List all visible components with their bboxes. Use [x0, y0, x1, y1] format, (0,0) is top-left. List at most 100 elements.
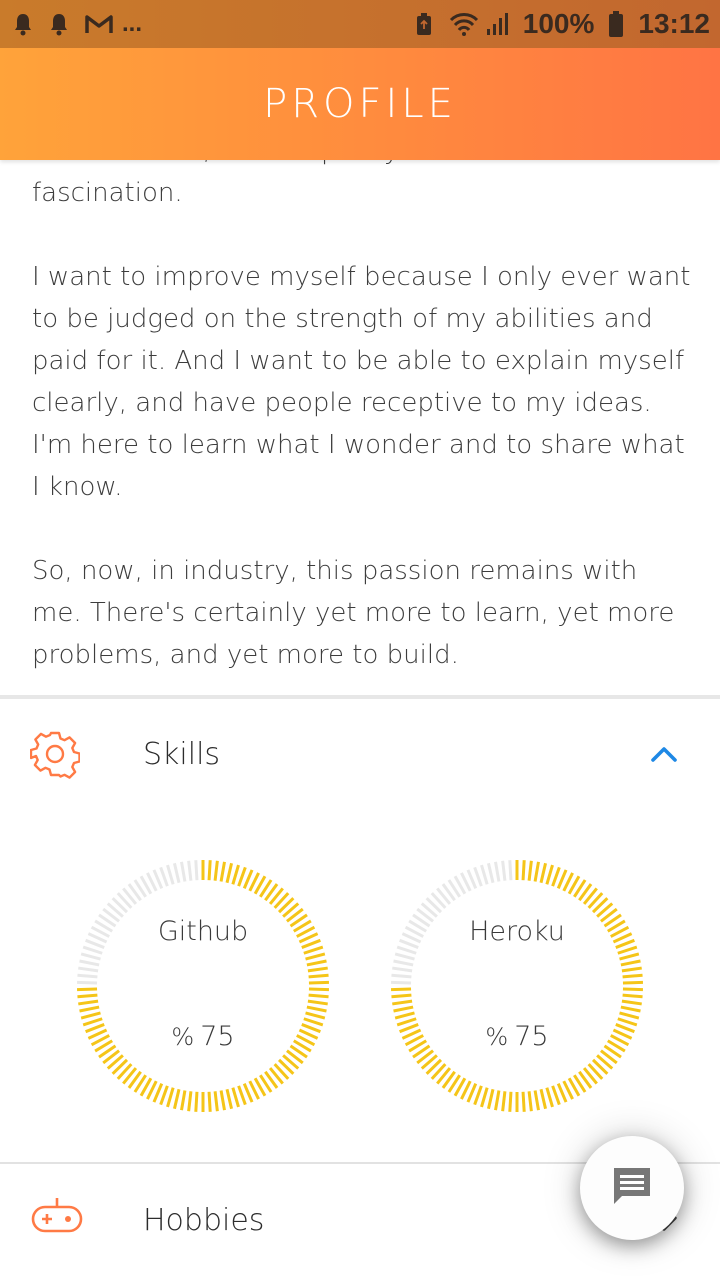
gauge-tick-filled [207, 860, 212, 881]
gauge-tick-filled [308, 987, 329, 992]
gauge-tick-filled [539, 1088, 548, 1110]
gauge-tick-filled [521, 860, 526, 881]
gauge-tick-filled [308, 973, 329, 979]
gauge-tick-filled [391, 993, 412, 999]
page-title: PROFILE [263, 81, 457, 127]
gauge-tick-empty [391, 980, 412, 985]
battery-icon [608, 11, 624, 37]
gauge-tick-filled [219, 1090, 226, 1111]
gauge-tick-empty [494, 861, 501, 882]
gauge-tick-filled [213, 860, 219, 881]
gauge-tick-filled [622, 973, 643, 979]
gauge-tick-filled [308, 993, 329, 999]
gauge-tick-filled [166, 1087, 175, 1108]
chat-fab-button[interactable] [580, 1136, 684, 1240]
section-divider [0, 695, 720, 699]
skill-name: Heroku [469, 916, 565, 947]
gauge-tick-filled [394, 1011, 415, 1020]
gauge-tick-filled [622, 993, 643, 999]
gauge-tick-empty [394, 952, 415, 961]
gauge-tick-filled [527, 1091, 533, 1112]
skill-percent: 75 [200, 1021, 235, 1052]
chevron-up-icon[interactable] [646, 736, 682, 772]
gauge-tick-filled [620, 959, 641, 967]
gauge-tick-filled [545, 864, 554, 885]
battery-percent: 100% [522, 8, 595, 39]
gauge-tick-filled [180, 1090, 187, 1111]
gauge-tick-empty [480, 864, 489, 885]
skills-label: Skills [143, 736, 221, 772]
gauge-tick-empty [82, 945, 103, 955]
gauge-tick-filled [617, 945, 638, 955]
gauge-tick-empty [166, 864, 175, 885]
gauge-tick-empty [473, 866, 483, 887]
gauge-tick-filled [305, 1011, 326, 1020]
gauge-tick-filled [494, 1090, 501, 1111]
gauge-tick-empty [172, 862, 181, 884]
gauge-tick-filled [187, 1091, 193, 1112]
gauge-tick-filled [225, 862, 234, 884]
gauge-tick-filled [551, 866, 561, 887]
gamepad-icon [30, 1196, 83, 1246]
gauge-tick-filled [307, 966, 328, 973]
gauge-tick-filled [545, 1087, 554, 1108]
bio-paragraph: So, now, in industry, this passion remai… [32, 556, 675, 670]
skills-section-header[interactable]: Skills [0, 704, 720, 804]
gauge-tick-filled [308, 980, 329, 985]
gauge-tick-empty [194, 860, 199, 881]
gauge-tick-filled [622, 987, 643, 992]
gauge-tick-filled [303, 945, 324, 955]
gauge-tick-filled [305, 952, 326, 961]
gauge-tick-filled [393, 1005, 414, 1013]
gear-icon [29, 729, 81, 779]
gauge-tick-filled [77, 993, 98, 999]
gauge-tick-filled [533, 861, 540, 882]
skill-value: % 75 [73, 1021, 333, 1052]
gauge-tick-filled [621, 999, 642, 1006]
skill-percent: 75 [514, 1021, 549, 1052]
bell-icon [48, 13, 70, 36]
gauge-ring [77, 860, 329, 1112]
gauge-tick-filled [79, 1005, 100, 1013]
gauge-tick-filled [620, 1005, 641, 1013]
gauge-tick-empty [80, 952, 101, 961]
skill-name: Github [157, 916, 249, 947]
gauge-tick-filled [237, 1085, 247, 1106]
percent-sign: % [171, 1023, 195, 1051]
gauge-tick-empty [77, 980, 98, 985]
gauge-tick-empty [77, 973, 98, 979]
gauge-tick-empty [508, 860, 513, 881]
gauge-tick-filled [159, 1085, 169, 1106]
gmail-icon [84, 13, 114, 35]
skill-value: % 75 [387, 1021, 647, 1052]
github-skill-gauge: Github % 75 [73, 856, 333, 1116]
gauge-tick-filled [521, 1091, 526, 1112]
gauge-tick-empty [187, 860, 193, 881]
gauge-ring [391, 860, 643, 1112]
gauge-tick-filled [391, 987, 412, 992]
clock: 13:12 [638, 8, 710, 39]
heroku-skill-gauge: Heroku % 75 [387, 856, 647, 1116]
bio-paragraph: I want to improve myself because I only … [32, 262, 691, 502]
gauge-tick-filled [219, 861, 226, 882]
gauge-tick-filled [231, 1087, 240, 1108]
bio-text: mathematics, all with pretty much the sa… [32, 130, 692, 676]
gauge-tick-empty [486, 862, 495, 884]
gauge-tick-empty [396, 945, 417, 955]
gauge-tick-filled [621, 966, 642, 973]
bell-icon [12, 13, 34, 36]
gauge-tick-empty [159, 866, 169, 887]
status-left: ... [12, 10, 142, 38]
status-bar: ... 100% 13:12 [0, 0, 720, 48]
gauge-tick-filled [392, 999, 413, 1006]
gauge-tick-filled [619, 952, 640, 961]
hobbies-label: Hobbies [143, 1202, 265, 1238]
gauge-tick-empty [391, 973, 412, 979]
app-bar: PROFILE [0, 48, 720, 160]
gauge-tick-empty [392, 966, 413, 973]
status-right: 100% 13:12 [413, 8, 710, 40]
gauge-tick-filled [619, 1011, 640, 1020]
gauge-tick-filled [194, 1091, 199, 1112]
gauge-tick-filled [486, 1088, 495, 1110]
gauge-tick-filled [213, 1091, 219, 1112]
